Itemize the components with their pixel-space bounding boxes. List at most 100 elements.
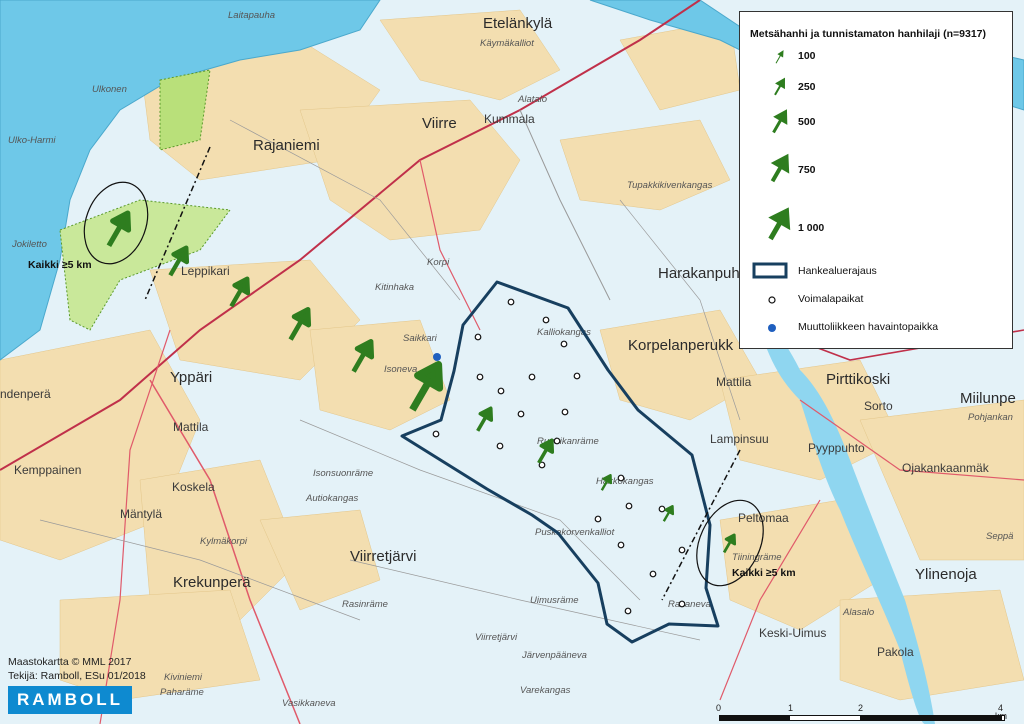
- place-label: Kiviniemi: [164, 672, 203, 683]
- legend-observation-label: Muuttoliikkeen havaintopaikka: [798, 321, 939, 333]
- place-label: Kitinhaka: [375, 282, 414, 293]
- observation-site-marker[interactable]: [433, 353, 441, 361]
- boundary-swatch-icon: [752, 262, 788, 279]
- turbine-site-marker: [561, 408, 569, 416]
- legend-boundary-label: Hankealuerajaus: [798, 265, 877, 277]
- turbine-site-marker: [617, 474, 625, 482]
- place-label: Ojakankaanmäk: [902, 461, 990, 475]
- place-label: Ulkonen: [92, 84, 127, 95]
- place-label: Käymäkalliot: [480, 38, 534, 49]
- place-label: Isonsuonräme: [313, 468, 373, 479]
- place-label: Leppikari: [181, 264, 230, 278]
- place-label: Viirretjärvi: [350, 548, 416, 565]
- place-label: Pirttikoski: [826, 371, 890, 388]
- place-label: Koskela: [172, 480, 215, 494]
- legend-size-label: 250: [798, 81, 816, 93]
- place-label: Viirretjärvi: [475, 632, 518, 643]
- arrow-icon: [774, 77, 786, 96]
- scale-tick-label: 1: [788, 703, 794, 713]
- ramboll-logo: RAMBOLL: [8, 686, 132, 714]
- place-label: Sorto: [864, 399, 893, 413]
- east-zone-label: Kaikki ≥5 km: [732, 567, 796, 579]
- place-label: Jokiletto: [11, 239, 47, 250]
- turbine-site-marker: [624, 607, 632, 615]
- place-label: Järvenpääneva: [521, 650, 587, 661]
- turbine-site-marker: [496, 442, 504, 450]
- place-label: Uimusräme: [530, 595, 579, 606]
- place-label: Viirre: [422, 115, 457, 132]
- turbine-site-marker: [573, 372, 581, 380]
- turbine-site-marker: [432, 430, 440, 438]
- place-label: Pyyppuhto: [808, 441, 865, 455]
- place-label: Alasalo: [842, 607, 874, 618]
- turbine-site-marker: [517, 410, 525, 418]
- place-label: Pakola: [877, 645, 914, 659]
- place-label: Yppäri: [170, 369, 212, 386]
- map-legend: Metsähanhi ja tunnistamaton hanhilaji (n…: [739, 11, 1013, 349]
- place-label: Harakanpuh: [658, 265, 740, 282]
- place-label: Varekangas: [520, 685, 571, 696]
- legend-title: Metsähanhi ja tunnistamaton hanhilaji (n…: [750, 28, 987, 40]
- place-label: Saikkari: [403, 333, 438, 344]
- place-label: Kummala: [484, 112, 535, 126]
- place-label: Ulko-Harmi: [8, 135, 56, 146]
- place-label: Miilunpe: [960, 390, 1016, 407]
- place-label: Autiokangas: [305, 493, 359, 504]
- turbine-site-marker: [474, 333, 482, 341]
- place-label: Lampinsuu: [710, 432, 769, 446]
- turbine-site-marker: [560, 340, 568, 348]
- turbine-site-marker: [617, 541, 625, 549]
- scale-tick-label: 2: [858, 703, 864, 713]
- place-label: ndenperä: [0, 387, 51, 401]
- turbine-site-marker: [497, 387, 505, 395]
- place-label: Vasikkaneva: [282, 698, 336, 709]
- legend-turbines-label: Voimalapaikat: [798, 293, 864, 305]
- scale-bar: 0 1 2 4 km: [716, 703, 1008, 721]
- turbine-site-marker: [678, 546, 686, 554]
- turbine-site-marker: [476, 373, 484, 381]
- place-label: Paharäme: [160, 687, 204, 698]
- place-label: Tupakkikivenkangas: [627, 180, 713, 191]
- place-label: Ylinenoja: [915, 566, 977, 583]
- scale-bar-track: [719, 715, 1005, 721]
- turbine-site-marker: [649, 570, 657, 578]
- place-label: Korpi: [427, 257, 450, 268]
- place-label: Rajaniemi: [253, 137, 320, 154]
- observation-dot-icon: [768, 324, 776, 332]
- place-label: Rasinräme: [342, 599, 388, 610]
- basemap-credit: Maastokartta © MML 2017: [8, 656, 132, 668]
- scale-tick-label: 0: [716, 703, 722, 713]
- place-label: Seppä: [986, 531, 1013, 542]
- place-label: Kylmäkorpi: [200, 536, 248, 547]
- legend-size-label: 1 000: [798, 222, 825, 234]
- turbine-site-marker: [528, 373, 536, 381]
- legend-size-label: 100: [798, 50, 816, 62]
- place-label: Keski-Uimus: [759, 626, 826, 640]
- turbine-site-marker: [594, 515, 602, 523]
- arrow-icon: [770, 153, 790, 183]
- arrow-icon: [772, 109, 788, 134]
- place-label: Pohjankan: [968, 412, 1013, 423]
- place-label: Korpelanperukk: [628, 337, 734, 354]
- turbine-dot-icon: [768, 296, 776, 304]
- legend-size-label: 750: [798, 164, 816, 176]
- turbine-site-marker: [625, 502, 633, 510]
- turbine-site-marker: [542, 316, 550, 324]
- place-label: Krekunperä: [173, 574, 251, 591]
- turbine-site-marker: [507, 298, 515, 306]
- west-zone-label: Kaikki ≥5 km: [28, 259, 92, 271]
- place-label: Rakaneva: [668, 599, 711, 610]
- turbine-site-marker: [658, 505, 666, 513]
- place-label: Laitapauha: [228, 10, 275, 21]
- place-label: Peltomaa: [738, 511, 789, 525]
- author-credit: Tekijä: Ramboll, ESu 01/2018: [8, 670, 146, 682]
- place-label: Mäntylä: [120, 507, 162, 521]
- place-label: Mattila: [716, 375, 752, 389]
- place-label: Mattila: [173, 420, 209, 434]
- turbine-site-marker: [553, 437, 561, 445]
- arrow-icon: [768, 207, 791, 241]
- arrow-icon: [775, 50, 784, 64]
- legend-size-label: 500: [798, 116, 816, 128]
- place-label: Kemppainen: [14, 463, 81, 477]
- place-label: Alatalo: [517, 94, 547, 105]
